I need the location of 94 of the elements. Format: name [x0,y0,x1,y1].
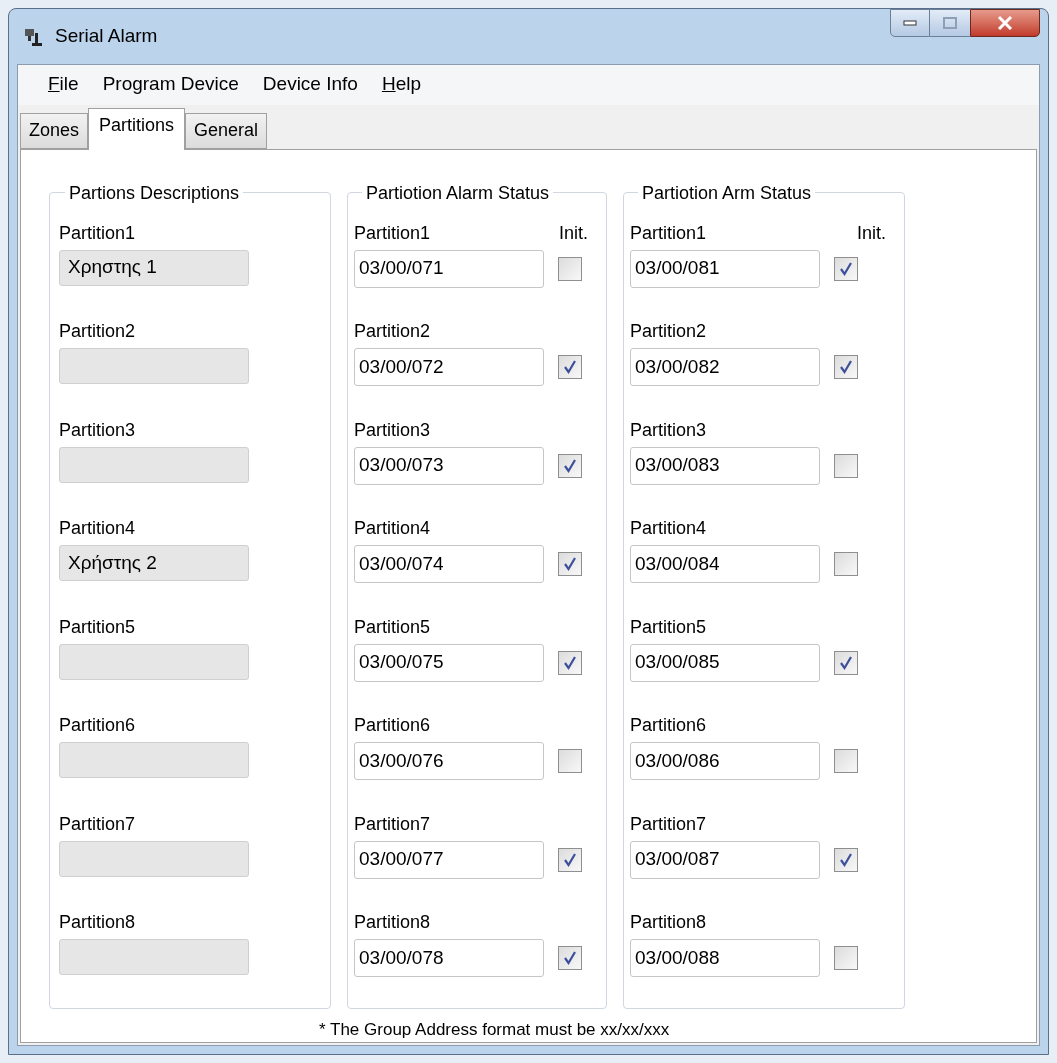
init-checkbox[interactable] [558,552,582,576]
address-field[interactable]: 03/00/083 [630,446,820,485]
minimize-icon [903,20,917,26]
partition-label: Partition5 [59,615,136,638]
maximize-button[interactable] [930,9,970,37]
partition-label: Partition3 [354,418,431,441]
address-field[interactable]: 03/00/085 [630,643,820,682]
check-icon [562,950,578,966]
description-field[interactable] [59,840,249,877]
close-icon [997,16,1013,30]
init-checkbox[interactable] [558,355,582,379]
address-field[interactable]: 03/00/084 [630,545,820,583]
group-title: Partiotion Alarm Status [365,181,551,204]
partition-label: Partition8 [354,911,431,933]
description-field[interactable]: Χρηστης 1 [59,249,249,286]
check-icon [562,457,578,474]
footnote: * The Group Address format must be xx/xx/xxx [319,1018,670,1041]
partition-label: Partition6 [630,714,707,736]
tab[interactable]: Zones [20,112,89,149]
init-checkbox[interactable] [834,355,858,379]
check-icon [562,654,578,671]
partition-label: Partition7 [630,812,707,835]
partition-label: Partition6 [59,714,136,736]
menu-item[interactable]: Help [371,70,431,99]
partition-label: Partition2 [630,320,707,342]
description-field[interactable] [59,446,249,483]
init-checkbox[interactable] [834,749,858,773]
tab[interactable]: Partitions [88,107,186,150]
address-field[interactable]: 03/00/082 [630,348,820,386]
partition-label: Partition7 [59,812,136,835]
partition-label: Partition2 [59,320,136,342]
address-field[interactable]: 03/00/087 [630,840,820,879]
init-checkbox[interactable] [834,256,858,281]
window-title: Serial Alarm [55,24,158,48]
check-icon [562,359,578,375]
description-field[interactable] [59,939,249,975]
init-checkbox[interactable] [834,650,858,675]
partition-label: Partition5 [630,615,707,638]
check-icon [562,556,578,572]
menu-item[interactable]: Device Info [252,70,368,99]
address-field[interactable]: 03/00/071 [354,249,544,288]
address-field[interactable]: 03/00/088 [630,939,820,977]
address-field[interactable]: 03/00/076 [354,742,544,780]
tab[interactable]: General [185,112,268,149]
partition-label: Partition6 [354,714,431,736]
address-field[interactable]: 03/00/078 [354,939,544,977]
description-field[interactable] [59,348,249,384]
close-button[interactable] [970,9,1040,37]
init-label: Init. [559,221,588,244]
address-field[interactable]: 03/00/073 [354,446,544,485]
address-field[interactable]: 03/00/074 [354,545,544,583]
check-icon [838,260,854,277]
partition-label: Partition3 [59,418,136,441]
menu-item[interactable]: File [38,70,89,99]
partition-label: Partition8 [59,911,136,933]
init-checkbox[interactable] [558,749,582,773]
menu-item[interactable]: Program Device [92,70,249,99]
group-title: Partiotion Arm Status [641,181,813,204]
address-field[interactable]: 03/00/077 [354,840,544,879]
partition-label: Partition1 [630,221,707,244]
partition-label: Partition4 [59,517,136,539]
partition-label: Partition3 [630,418,707,441]
description-field[interactable]: Χρήστης 2 [59,545,249,581]
partition-label: Partition8 [630,911,707,933]
check-icon [838,359,854,375]
init-checkbox[interactable] [834,453,858,478]
init-checkbox[interactable] [834,847,858,872]
init-checkbox[interactable] [834,946,858,970]
partition-label: Partition7 [354,812,431,835]
maximize-icon [943,17,957,29]
partition-label: Partition4 [630,517,707,539]
init-checkbox[interactable] [558,946,582,970]
partition-label: Partition2 [354,320,431,342]
init-checkbox[interactable] [834,552,858,576]
group-title: Partions Descriptions [68,181,241,204]
description-field[interactable] [59,742,249,778]
address-field[interactable]: 03/00/086 [630,742,820,780]
address-field[interactable]: 03/00/075 [354,643,544,682]
check-icon [562,851,578,868]
init-label: Init. [857,221,886,244]
partition-label: Partition1 [59,221,136,244]
check-icon [838,851,854,868]
partition-label: Partition5 [354,615,431,638]
address-field[interactable]: 03/00/081 [630,249,820,288]
init-checkbox[interactable] [558,256,582,281]
check-icon [838,654,854,671]
address-field[interactable]: 03/00/072 [354,348,544,386]
init-checkbox[interactable] [558,847,582,872]
partition-label: Partition4 [354,517,431,539]
init-checkbox[interactable] [558,650,582,675]
minimize-button[interactable] [890,9,930,37]
description-field[interactable] [59,643,249,680]
init-checkbox[interactable] [558,453,582,478]
partition-label: Partition1 [354,221,431,244]
